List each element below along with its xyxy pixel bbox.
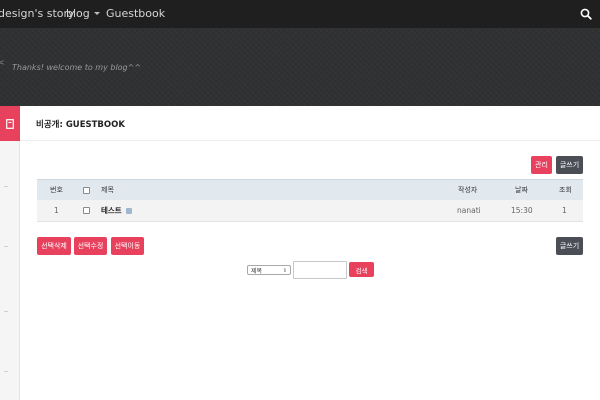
header-no: 번호: [50, 186, 63, 194]
move-selected-button[interactable]: 선택이동: [111, 237, 144, 255]
hero-banner: < Thanks! welcome to my blog^^: [0, 28, 600, 106]
chevron-down-icon: [93, 11, 100, 15]
lock-icon: [125, 207, 132, 214]
hero-arrow-mark: <: [0, 58, 5, 67]
table-row: 1 테스트 nanati 15:30 1: [37, 200, 583, 222]
delete-selected-button[interactable]: 선택삭제: [37, 237, 71, 255]
edit-selected-button[interactable]: 선택수정: [74, 237, 107, 255]
search-icon[interactable]: [572, 0, 600, 28]
manage-button[interactable]: 관리: [531, 156, 552, 174]
write-button-top[interactable]: 글쓰기: [556, 156, 583, 174]
row-no: 1: [54, 206, 59, 215]
row-views: 1: [562, 206, 567, 215]
sidebar-divider: [4, 311, 8, 312]
page-title: 비공개: GUESTBOOK: [36, 120, 125, 130]
nav-guestbook-link[interactable]: Guestbook: [106, 0, 165, 28]
row-checkbox[interactable]: [83, 207, 90, 214]
left-sidebar: [0, 106, 20, 400]
header-views: 조회: [559, 186, 572, 194]
header-author: 작성자: [458, 186, 478, 194]
row-select: [83, 200, 90, 221]
search-field-select[interactable]: 제목 ⇕: [247, 265, 291, 275]
select-arrows-icon: ⇕: [282, 268, 287, 274]
nav-brand-link[interactable]: design's story: [0, 0, 75, 28]
search-button[interactable]: 검색: [349, 262, 374, 277]
select-all-checkbox[interactable]: [83, 186, 90, 194]
page-title-bar: 비공개: GUESTBOOK: [21, 106, 600, 141]
sidebar-menu-tab[interactable]: [0, 106, 20, 141]
row-title-cell: 테스트: [101, 200, 132, 221]
search-input[interactable]: [293, 261, 347, 279]
bookmark-icon: [6, 118, 14, 129]
sidebar-divider: [4, 186, 8, 187]
sidebar-divider: [4, 246, 8, 247]
table-header: 번호 제목 작성자 날짜 조회: [37, 179, 583, 200]
header-date: 날짜: [515, 186, 528, 194]
header-title: 제목: [101, 186, 114, 194]
row-date: 15:30: [511, 206, 533, 215]
post-title-link[interactable]: 테스트: [101, 205, 122, 216]
search-field-selected: 제목: [251, 267, 263, 275]
write-button-bottom[interactable]: 글쓰기: [556, 237, 583, 255]
header-select-all: [83, 180, 90, 200]
row-author: nanati: [457, 206, 481, 215]
hero-welcome-text: Thanks! welcome to my blog^^: [12, 63, 142, 72]
top-navbar: design's story blog Guestbook: [0, 0, 600, 28]
nav-blog-menu[interactable]: blog: [66, 0, 100, 28]
sidebar-divider: [4, 371, 8, 372]
nav-blog-label: blog: [66, 7, 90, 20]
